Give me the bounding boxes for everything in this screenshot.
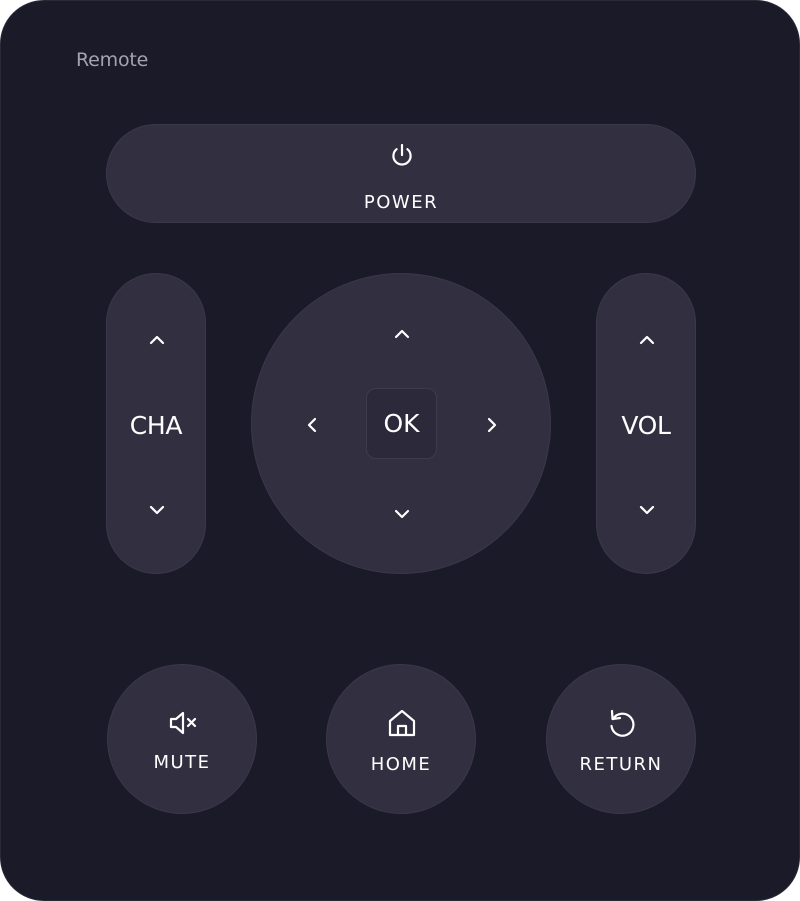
volume-rocker: VOL bbox=[596, 273, 696, 574]
dpad-up-button[interactable] bbox=[388, 320, 416, 348]
volume-down-button[interactable] bbox=[633, 496, 661, 524]
remote-title: Remote bbox=[76, 49, 149, 71]
volume-mute-icon bbox=[167, 707, 199, 739]
return-label: RETURN bbox=[579, 754, 663, 775]
ok-button[interactable]: OK bbox=[366, 388, 437, 459]
dpad-right-button[interactable] bbox=[478, 411, 506, 439]
mute-label: MUTE bbox=[153, 752, 211, 773]
remote-panel: Remote POWER CHA OK VOL MUTE HOME RETURN bbox=[0, 0, 800, 901]
home-label: HOME bbox=[370, 754, 432, 775]
return-icon bbox=[606, 707, 638, 739]
channel-rocker: CHA bbox=[106, 273, 206, 574]
channel-label: CHA bbox=[129, 411, 183, 440]
volume-label: VOL bbox=[621, 411, 671, 440]
home-button[interactable]: HOME bbox=[326, 664, 476, 814]
channel-up-button[interactable] bbox=[143, 326, 171, 354]
volume-up-button[interactable] bbox=[633, 326, 661, 354]
dpad-left-button[interactable] bbox=[298, 411, 326, 439]
mute-button[interactable]: MUTE bbox=[107, 664, 257, 814]
directional-pad: OK bbox=[251, 273, 551, 574]
power-button[interactable]: POWER bbox=[106, 124, 696, 223]
power-icon bbox=[390, 143, 414, 169]
return-button[interactable]: RETURN bbox=[546, 664, 696, 814]
channel-down-button[interactable] bbox=[143, 496, 171, 524]
power-label: POWER bbox=[363, 192, 439, 213]
home-icon bbox=[386, 707, 418, 739]
dpad-down-button[interactable] bbox=[388, 500, 416, 528]
